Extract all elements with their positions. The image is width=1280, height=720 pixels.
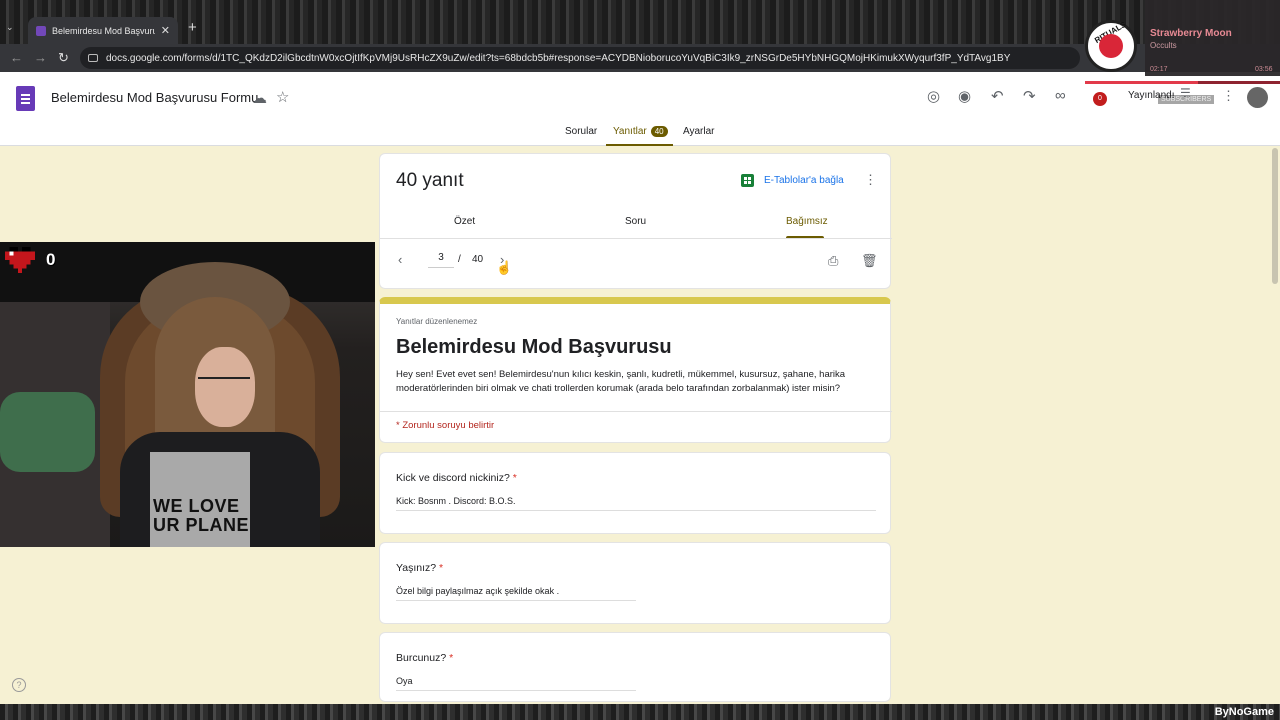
vinyl-disc-icon: RITUALS	[1085, 20, 1137, 72]
link-icon[interactable]: ∞	[1055, 87, 1066, 104]
heart-count: 0	[46, 250, 56, 269]
responses-count-badge: 40	[650, 126, 668, 137]
mouse-cursor-icon: ☝	[496, 260, 513, 275]
help-icon[interactable]: ?	[12, 678, 26, 692]
browser-tab[interactable]: Belemirdesu Mod Başvurusu Fo ✕	[28, 17, 178, 44]
preview-eye-icon[interactable]: ◉	[958, 87, 971, 105]
song-artist: Occults	[1150, 41, 1177, 50]
palette-icon[interactable]: ◎	[927, 87, 940, 105]
card-divider	[380, 238, 892, 239]
tab-questions[interactable]: Sorular	[565, 126, 597, 146]
answer-text: Oya	[396, 676, 636, 691]
form-title: Belemirdesu Mod Başvurusu	[396, 336, 672, 358]
required-asterisk: *	[449, 652, 454, 664]
tab-question[interactable]: Soru	[625, 216, 646, 227]
question-label: Yaşınız? *	[396, 562, 443, 574]
disc-center	[1099, 34, 1123, 58]
required-asterisk: *	[512, 472, 517, 484]
bottom-strip	[0, 704, 1280, 720]
browser-tab-title: Belemirdesu Mod Başvurusu Fo	[52, 25, 155, 36]
address-bar[interactable]: docs.google.com/forms/d/1TC_QKdzD2ilGbcd…	[80, 47, 1080, 69]
webcam-overlay: WE LOVE UR PLANE 0	[0, 242, 375, 547]
song-title: Strawberry Moon	[1150, 28, 1232, 39]
pixel-heart-icon	[5, 247, 35, 273]
responses-not-editable-note: Yanıtlar düzenlenemez	[396, 317, 478, 326]
tab-responses-label: Yanıtlar	[613, 126, 647, 137]
form-header-divider	[380, 411, 892, 412]
tab-list-chevron-icon[interactable]: ⌄	[6, 22, 14, 33]
new-tab-plus-icon[interactable]: +	[188, 19, 197, 36]
tab-summary[interactable]: Özet	[454, 216, 475, 227]
document-title[interactable]: Belemirdesu Mod Başvurusu Formu	[51, 90, 258, 105]
forms-favicon-icon	[36, 25, 46, 36]
form-header-card: Yanıtlar düzenlenemez Belemirdesu Mod Ba…	[379, 297, 892, 443]
print-icon[interactable]: ⎙	[828, 253, 838, 269]
page-scrollbar[interactable]	[1272, 148, 1278, 284]
sheets-icon	[741, 174, 754, 187]
site-info-icon[interactable]	[88, 54, 98, 62]
user-avatar[interactable]	[1247, 87, 1268, 108]
tab-settings[interactable]: Ayarlar	[683, 126, 715, 146]
undo-icon[interactable]: ↶	[991, 87, 1004, 105]
cloud-save-icon[interactable]: ☁	[252, 89, 267, 107]
tab-responses[interactable]: Yanıtlar 40	[606, 126, 673, 146]
link-to-sheets-label: E-Tablolar'a bağla	[764, 175, 844, 186]
song-progress-bar	[1085, 81, 1280, 84]
delete-icon[interactable]: 🗑	[861, 253, 878, 269]
close-tab-icon[interactable]: ✕	[161, 24, 170, 37]
answer-text: Özel bilgi paylaşılmaz açık şekilde okak…	[396, 586, 636, 601]
question-label: Burcunuz? *	[396, 652, 453, 664]
answer-text: Kick: Bosnm . Discord: B.O.S.	[396, 496, 876, 511]
link-to-sheets-button[interactable]: E-Tablolar'a bağla	[741, 174, 844, 187]
question-card: Yaşınız? * Özel bilgi paylaşılmaz açık ş…	[379, 542, 891, 624]
shirt-print: WE LOVE UR PLANE	[153, 497, 249, 535]
back-arrow-icon[interactable]: ←	[10, 50, 23, 65]
responses-count-title: 40 yanıt	[396, 170, 464, 191]
previous-response-icon[interactable]: ‹	[398, 252, 402, 267]
rec-count-badge: 0	[1093, 92, 1107, 106]
responses-card: 40 yanıt E-Tablolar'a bağla ⋮ Özet Soru …	[379, 153, 892, 289]
question-card: Burcunuz? * Oya	[379, 632, 891, 702]
tab-individual[interactable]: Bağımsız	[786, 216, 828, 227]
responses-more-icon[interactable]: ⋮	[864, 172, 877, 188]
webcam-glasses	[198, 377, 250, 389]
forward-arrow-icon[interactable]: →	[34, 50, 47, 65]
time-elapsed: 02:17	[1150, 66, 1168, 73]
response-page-input[interactable]: 3	[428, 252, 454, 268]
forms-logo-icon[interactable]	[16, 86, 35, 111]
redo-icon[interactable]: ↷	[1023, 87, 1036, 105]
shirt-print-line-1: WE LOVE	[153, 496, 240, 516]
url-text: docs.google.com/forms/d/1TC_QKdzD2ilGbcd…	[106, 52, 1011, 64]
shirt-print-line-2: UR PLANE	[153, 515, 250, 535]
song-progress-fill	[1085, 81, 1199, 84]
question-text: Yaşınız?	[396, 562, 437, 574]
total-responses: 40	[472, 254, 484, 265]
main-tabs: Sorular Yanıtlar 40 Ayarlar	[0, 126, 1280, 146]
page-separator: /	[458, 254, 461, 265]
question-label: Kick ve discord nickiniz? *	[396, 472, 517, 484]
subscribers-label: SUBSCRIBERS	[1158, 95, 1215, 104]
question-text: Kick ve discord nickiniz?	[396, 472, 510, 484]
required-question-note: * Zorunlu soruyu belirtir	[396, 420, 495, 431]
more-options-icon[interactable]: ⋮	[1222, 88, 1235, 104]
watermark: ByNoGame	[1214, 706, 1274, 718]
star-icon[interactable]: ☆	[276, 88, 289, 106]
required-asterisk: *	[439, 562, 444, 574]
time-total: 03:56	[1255, 66, 1273, 73]
reload-icon[interactable]: ↻	[58, 50, 69, 66]
form-description: Hey sen! Evet evet sen! Belemirdesu'nun …	[396, 369, 846, 394]
webcam-pillow	[0, 392, 95, 472]
question-card: Kick ve discord nickiniz? * Kick: Bosnm …	[379, 452, 891, 534]
now-playing-overlay: RITUALS Strawberry Moon Occults 02:17 03…	[1085, 0, 1280, 86]
question-text: Burcunuz?	[396, 652, 447, 664]
